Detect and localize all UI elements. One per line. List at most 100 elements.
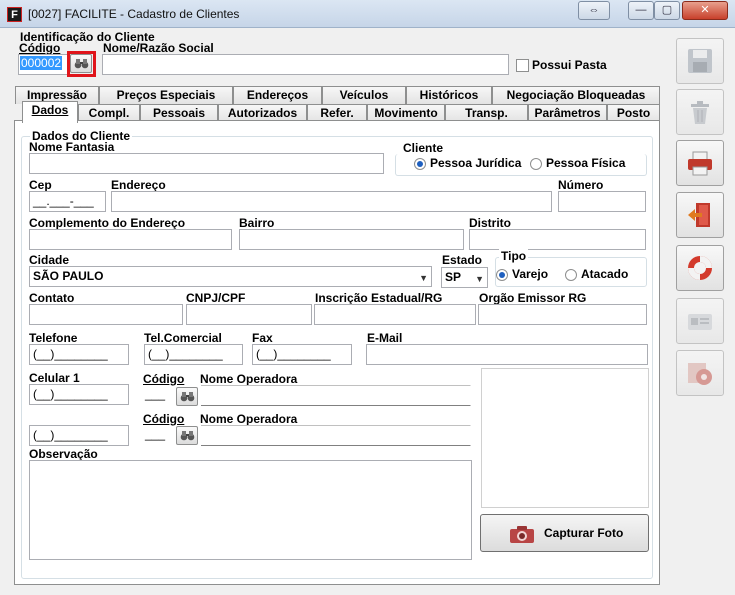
nome-fantasia-label: Nome Fantasia	[29, 140, 115, 154]
email-label: E-Mail	[367, 331, 403, 345]
window-title: [0027] FACILITE - Cadastro de Clientes	[28, 7, 240, 21]
capture-photo-button[interactable]: Capturar Foto	[480, 514, 649, 552]
printer-icon	[688, 151, 712, 176]
has-folder-label: Possui Pasta	[532, 58, 607, 72]
pessoa-fisica-radio[interactable]	[530, 158, 542, 170]
contato-input[interactable]	[29, 304, 183, 325]
tab-historicos[interactable]: Históricos	[406, 86, 492, 104]
help-button[interactable]	[676, 245, 724, 291]
observacao-textarea[interactable]	[29, 460, 472, 560]
settings-button[interactable]	[676, 350, 724, 396]
ie-label: Inscrição Estadual/RG	[315, 291, 443, 305]
atacado-label: Atacado	[581, 267, 629, 281]
endereco-label: Endereço	[111, 178, 166, 192]
email-input[interactable]	[366, 344, 648, 365]
chevron-down-icon: ▼	[419, 273, 428, 283]
binoculars-icon	[180, 392, 195, 402]
card-button[interactable]	[676, 298, 724, 344]
endereco-input[interactable]	[111, 191, 552, 212]
tipo-label: Tipo	[499, 249, 529, 263]
tab-negociacao-bloqueadas[interactable]: Negociação Bloqueadas	[492, 86, 660, 104]
varejo-label: Varejo	[512, 267, 549, 281]
delete-button[interactable]	[676, 89, 724, 135]
estado-value: SP	[445, 270, 462, 284]
nome-operadora-label: Nome Operadora	[200, 372, 298, 386]
orgao-label: Orgão Emissor RG	[479, 291, 587, 305]
close-button[interactable]: ✕	[682, 1, 728, 20]
operadora-lookup-button[interactable]	[176, 387, 198, 406]
orgao-input[interactable]	[478, 304, 647, 325]
distrito-input[interactable]	[469, 229, 646, 250]
maximize-icon: ▢	[661, 4, 673, 16]
celular-label: Celular 1	[29, 371, 80, 385]
cep-input[interactable]: __.___-___	[29, 191, 106, 212]
has-folder-checkbox[interactable]	[516, 59, 529, 72]
bairro-input[interactable]	[239, 229, 464, 250]
operadora2-code-field[interactable]: ___	[145, 427, 165, 441]
varejo-radio[interactable]	[496, 269, 508, 281]
observacao-label: Observação	[29, 447, 98, 461]
complemento-input[interactable]	[29, 229, 232, 250]
minimize-button[interactable]: —	[628, 1, 654, 20]
trash-can-icon	[691, 101, 709, 124]
title-bar[interactable]: F [0027] FACILITE - Cadastro de Clientes…	[0, 0, 735, 28]
binoculars-icon	[74, 59, 89, 69]
exit-door-icon	[688, 203, 710, 227]
arrows-icon: ⇔	[588, 4, 600, 16]
operadora2-lookup-button[interactable]	[176, 426, 198, 445]
estado-label: Estado	[442, 253, 483, 267]
cidade-select[interactable]: SÃO PAULO ▼	[29, 266, 432, 287]
ie-input[interactable]	[314, 304, 476, 325]
name-input[interactable]	[102, 54, 509, 75]
nome-operadora2-label: Nome Operadora	[200, 412, 298, 426]
cidade-value: SÃO PAULO	[33, 269, 104, 283]
numero-input[interactable]	[558, 191, 646, 212]
estado-select[interactable]: SP ▼	[441, 267, 488, 288]
atacado-radio[interactable]	[565, 269, 577, 281]
tab-enderecos[interactable]: Endereços	[233, 86, 322, 104]
telefone-input[interactable]: (__)________	[29, 344, 129, 365]
print-button[interactable]	[676, 140, 724, 186]
photo-frame	[481, 368, 649, 508]
telefone-label: Telefone	[29, 331, 78, 345]
pessoa-juridica-label: Pessoa Jurídica	[430, 156, 522, 170]
pessoa-juridica-radio[interactable]	[414, 158, 426, 170]
tel-comercial-input[interactable]: (__)________	[144, 344, 243, 365]
gear-icon	[688, 363, 712, 385]
nome-fantasia-input[interactable]	[29, 153, 384, 174]
tab-precos-especiais[interactable]: Preços Especiais	[99, 86, 233, 104]
cep-label: Cep	[29, 178, 52, 192]
chevron-down-icon: ▼	[475, 274, 484, 284]
distrito-label: Distrito	[469, 216, 511, 230]
tab-veiculos[interactable]: Veículos	[322, 86, 406, 104]
contato-label: Contato	[29, 291, 75, 305]
fax-label: Fax	[252, 331, 273, 345]
save-button[interactable]	[676, 38, 724, 84]
operadora2-code-label: Código	[143, 412, 185, 426]
client-code-value: 000002	[20, 56, 63, 70]
maximize-button[interactable]: ▢	[654, 1, 680, 20]
close-icon: ✕	[700, 4, 710, 16]
code-lookup-button[interactable]	[70, 54, 92, 73]
name-label: Nome/Razão Social	[103, 41, 214, 55]
celular2-input[interactable]: (__)________	[29, 425, 129, 446]
lifebuoy-icon	[688, 256, 712, 280]
celular-input[interactable]: (__)________	[29, 384, 129, 405]
operadora-code-field[interactable]: ___	[145, 387, 165, 401]
floppy-disk-icon	[688, 49, 712, 73]
bairro-label: Bairro	[239, 216, 275, 230]
operadora-code-label: Código	[143, 372, 185, 386]
exit-button[interactable]	[676, 192, 724, 238]
camera-icon	[510, 526, 534, 543]
app-icon: F	[7, 7, 22, 22]
cnpj-input[interactable]	[186, 304, 312, 325]
restore-arrows-button[interactable]: ⇔	[578, 1, 610, 20]
cnpj-label: CNPJ/CPF	[186, 291, 246, 305]
fax-input[interactable]: (__)________	[252, 344, 352, 365]
nome-operadora-field	[201, 385, 471, 406]
capture-photo-label: Capturar Foto	[544, 526, 624, 540]
code-label: Código	[19, 41, 61, 55]
tab-dados[interactable]: Dados	[22, 101, 78, 123]
client-code-input[interactable]: 000002	[18, 54, 68, 75]
id-card-icon	[688, 314, 712, 330]
